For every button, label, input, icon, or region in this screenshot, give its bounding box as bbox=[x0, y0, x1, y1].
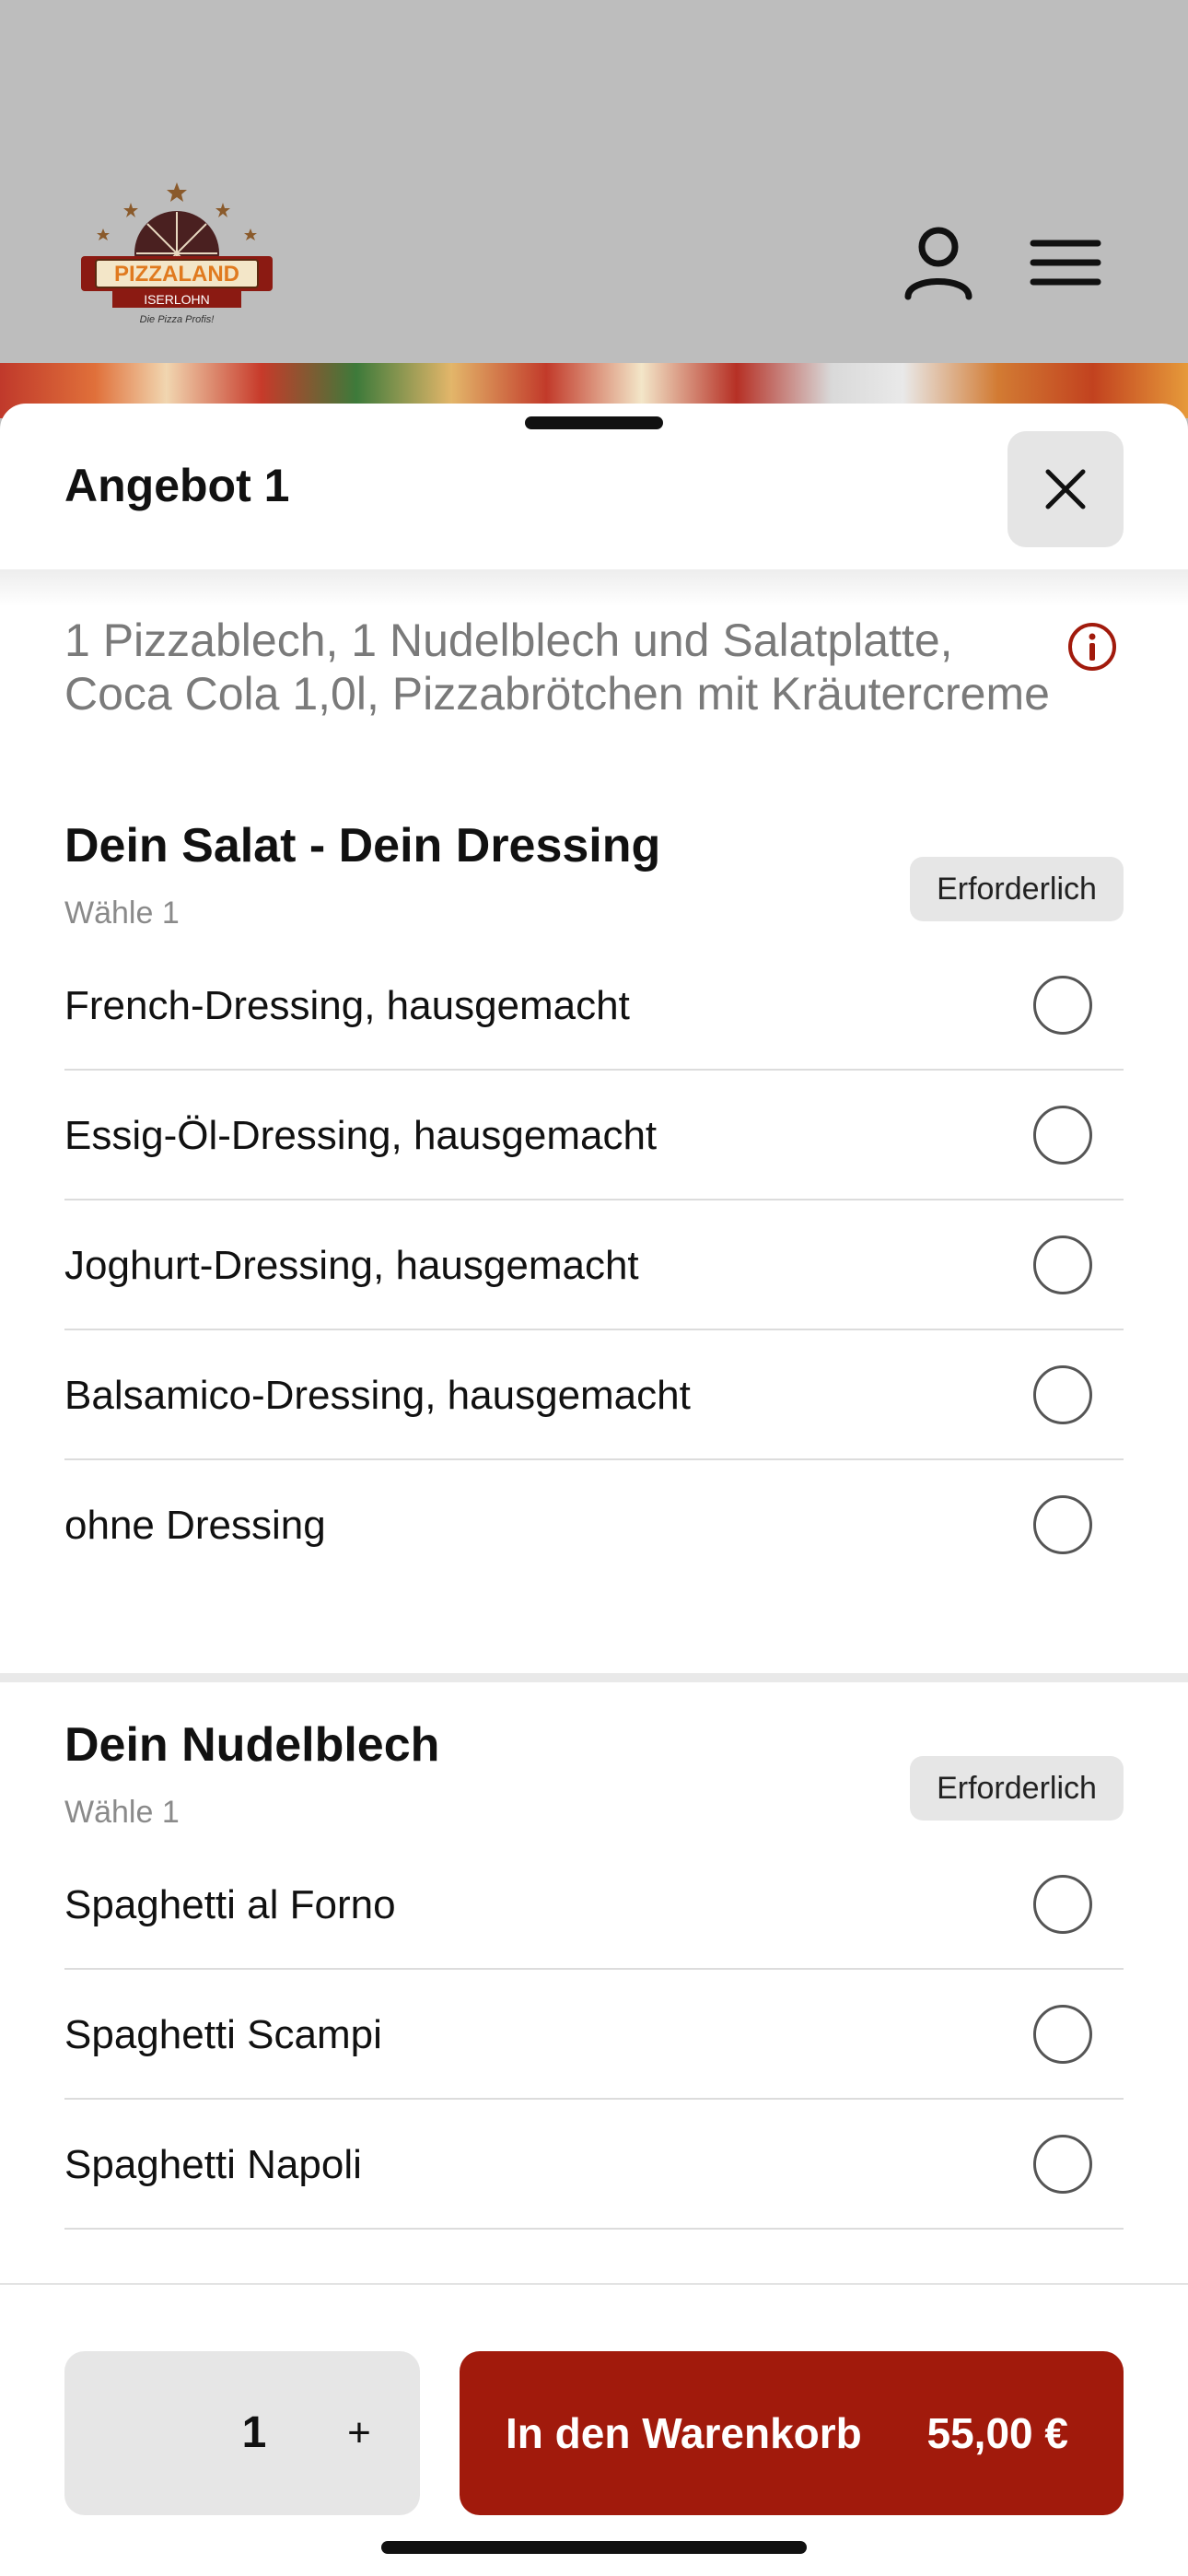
option-label: Essig-Öl-Dressing, hausgemacht bbox=[64, 1113, 658, 1158]
option-label: Joghurt-Dressing, hausgemacht bbox=[64, 1243, 639, 1288]
hamburger-menu-icon[interactable] bbox=[1024, 221, 1107, 304]
person-icon[interactable] bbox=[897, 221, 980, 304]
section-subtitle: Wähle 1 bbox=[64, 1795, 180, 1830]
radio-button[interactable] bbox=[1033, 1875, 1092, 1934]
section-title: Dein Nudelblech bbox=[64, 1718, 440, 1772]
description-line: Coca Cola 1,0l, Pizzabrötchen mit Kräute… bbox=[64, 668, 1050, 720]
option-row[interactable]: Balsamico-Dressing, hausgemacht bbox=[64, 1330, 1124, 1460]
radio-button[interactable] bbox=[1033, 2135, 1092, 2194]
product-sheet: Angebot 1 1 Pizzablech, 1 Nudelblech und… bbox=[0, 404, 1188, 2576]
option-label: Spaghetti Napoli bbox=[64, 2142, 362, 2187]
radio-button[interactable] bbox=[1033, 2005, 1092, 2064]
section-divider bbox=[0, 1673, 1188, 1682]
add-to-cart-button[interactable]: In den Warenkorb 55,00 € bbox=[460, 2351, 1124, 2515]
quantity-value: 1 bbox=[241, 2408, 267, 2457]
option-row[interactable]: Essig-Öl-Dressing, hausgemacht bbox=[64, 1071, 1124, 1200]
option-row[interactable]: Joghurt-Dressing, hausgemacht bbox=[64, 1200, 1124, 1330]
option-label: Balsamico-Dressing, hausgemacht bbox=[64, 1373, 691, 1418]
option-row[interactable]: Spaghetti Scampi bbox=[64, 1970, 1124, 2100]
option-label: Spaghetti al Forno bbox=[64, 1882, 396, 1927]
radio-button[interactable] bbox=[1033, 1495, 1092, 1554]
quantity-stepper: 1 + bbox=[64, 2351, 420, 2515]
sheet-grabber[interactable] bbox=[525, 416, 663, 429]
section-subtitle: Wähle 1 bbox=[64, 896, 180, 931]
required-badge: Erforderlich bbox=[910, 857, 1124, 921]
total-price: 55,00 € bbox=[926, 2409, 1068, 2457]
close-button[interactable] bbox=[1007, 431, 1124, 547]
option-row[interactable]: ohne Dressing bbox=[64, 1460, 1124, 1590]
radio-button[interactable] bbox=[1033, 976, 1092, 1035]
option-label: French-Dressing, hausgemacht bbox=[64, 983, 630, 1028]
title-divider-shadow bbox=[0, 569, 1188, 606]
option-row[interactable]: Spaghetti al Forno bbox=[64, 1840, 1124, 1970]
info-icon[interactable] bbox=[1066, 621, 1118, 673]
option-label: ohne Dressing bbox=[64, 1503, 326, 1548]
radio-button[interactable] bbox=[1033, 1106, 1092, 1165]
section-title: Dein Salat - Dein Dressing bbox=[64, 819, 661, 872]
home-indicator[interactable] bbox=[381, 2541, 807, 2554]
logo-tagline: Die Pizza Profis! bbox=[140, 314, 215, 325]
add-to-cart-bar: 1 + In den Warenkorb 55,00 € bbox=[0, 2283, 1188, 2576]
logo-city-text: ISERLOHN bbox=[144, 292, 210, 307]
description-line: 1 Pizzablech, 1 Nudelblech und Salatplat… bbox=[64, 615, 953, 666]
logo-brand-text: PIZZALAND bbox=[114, 262, 239, 287]
option-row[interactable]: Spaghetti Napoli bbox=[64, 2100, 1124, 2230]
pizzaland-logo[interactable]: PIZZALAND ISERLOHN Die Pizza Profis! bbox=[76, 175, 278, 341]
app-header: PIZZALAND ISERLOHN Die Pizza Profis! bbox=[0, 0, 1188, 369]
product-description[interactable]: 1 Pizzablech, 1 Nudelblech und Salatplat… bbox=[64, 614, 1059, 720]
add-to-cart-label: In den Warenkorb bbox=[506, 2409, 862, 2457]
radio-button[interactable] bbox=[1033, 1235, 1092, 1294]
option-label: Spaghetti Scampi bbox=[64, 2012, 382, 2057]
sheet-title: Angebot 1 bbox=[64, 460, 290, 511]
radio-button[interactable] bbox=[1033, 1365, 1092, 1424]
option-row[interactable]: French-Dressing, hausgemacht bbox=[64, 941, 1124, 1071]
close-icon bbox=[1045, 469, 1086, 509]
increment-button[interactable]: + bbox=[332, 2351, 387, 2515]
required-badge: Erforderlich bbox=[910, 1756, 1124, 1821]
